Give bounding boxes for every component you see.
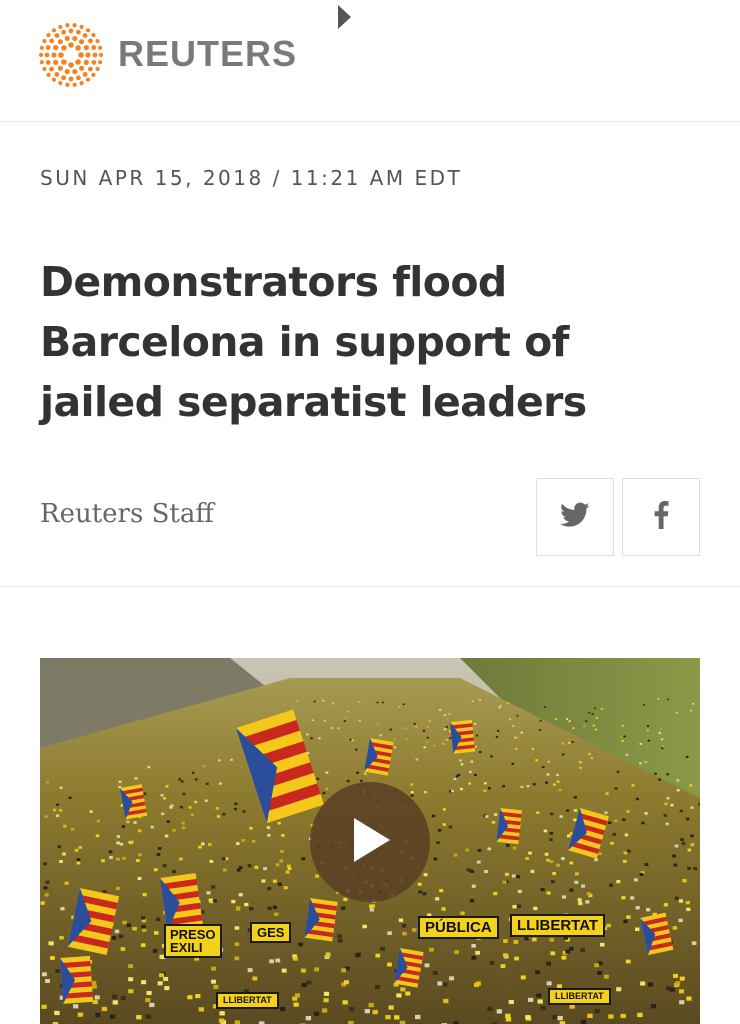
article-dateline: SUN APR 15, 2018 / 11:21 AM EDT (40, 166, 463, 190)
play-button[interactable] (310, 782, 430, 902)
section-divider (0, 586, 740, 587)
twitter-share-button[interactable] (536, 478, 614, 556)
crowd-banner: LLIBERTAT (548, 988, 611, 1005)
twitter-bird-icon (560, 502, 590, 532)
facebook-share-button[interactable] (622, 478, 700, 556)
brand-name[interactable]: REUTERS (118, 32, 297, 76)
crowd-banner: PRESO EXILI (164, 924, 222, 958)
crowd-banner: PÚBLICA (418, 916, 499, 939)
crowd-banner: LLIBERTAT (510, 914, 606, 937)
article-headline: Demonstrators flood Barcelona in support… (40, 258, 587, 426)
crowd-banner: LLIBERTAT (216, 992, 279, 1009)
triangle-right-icon[interactable] (336, 4, 354, 30)
video-player[interactable]: PÚBLICA LLIBERTAT PRESO EXILI GES LLIBER… (40, 658, 700, 1024)
reuters-logo-icon[interactable] (38, 22, 104, 88)
play-icon (348, 816, 392, 868)
article-byline[interactable]: Reuters Staff (40, 496, 214, 532)
top-bar: REUTERS (0, 0, 740, 122)
crowd-banner: GES (250, 922, 292, 943)
facebook-f-icon (653, 501, 669, 533)
